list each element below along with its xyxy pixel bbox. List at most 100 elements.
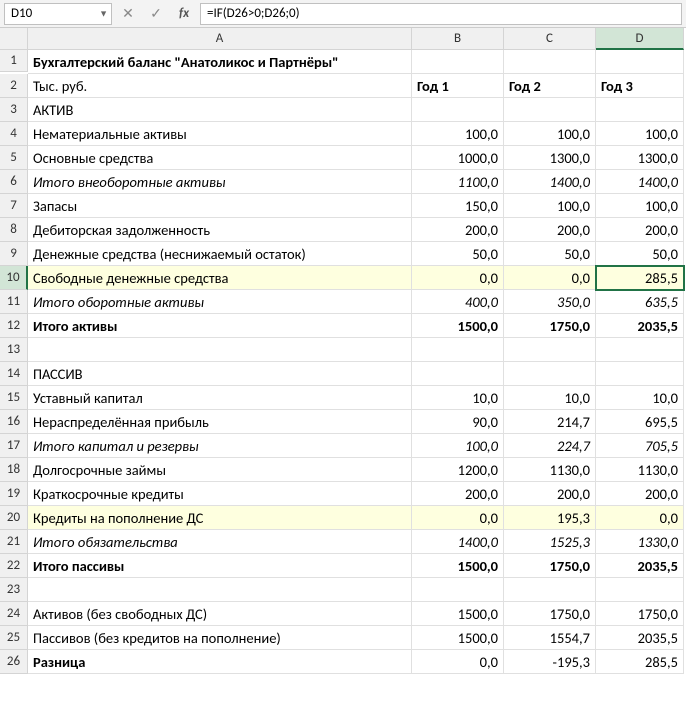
cell-B22[interactable]: 1500,0 [412, 554, 504, 578]
cell-D7[interactable]: 100,0 [596, 194, 684, 218]
row-header-22[interactable]: 22 [0, 554, 28, 578]
row-header-15[interactable]: 15 [0, 386, 28, 410]
cell-A24[interactable]: Активов (без свободных ДС) [28, 602, 412, 626]
cell-C9[interactable]: 50,0 [504, 242, 596, 266]
cell-D24[interactable]: 1750,0 [596, 602, 684, 626]
cell-D14[interactable] [596, 362, 684, 386]
cell-D13[interactable] [596, 338, 684, 362]
cell-C16[interactable]: 214,7 [504, 410, 596, 434]
col-header-B[interactable]: B [412, 28, 504, 50]
row-header-19[interactable]: 19 [0, 482, 28, 506]
cell-D25[interactable]: 2035,5 [596, 626, 684, 650]
cell-C23[interactable] [504, 578, 596, 602]
cell-A26[interactable]: Разница [28, 650, 412, 674]
cell-D11[interactable]: 635,5 [596, 290, 684, 314]
cell-B20[interactable]: 0,0 [412, 506, 504, 530]
cell-B13[interactable] [412, 338, 504, 362]
cell-D6[interactable]: 1400,0 [596, 170, 684, 194]
cell-A9[interactable]: Денежные средства (неснижаемый остаток) [28, 242, 412, 266]
cell-C13[interactable] [504, 338, 596, 362]
row-header-5[interactable]: 5 [0, 146, 28, 170]
cell-D21[interactable]: 1330,0 [596, 530, 684, 554]
cell-D19[interactable]: 200,0 [596, 482, 684, 506]
row-header-12[interactable]: 12 [0, 314, 28, 338]
cell-A6[interactable]: Итого внеоборотные активы [28, 170, 412, 194]
cell-B10[interactable]: 0,0 [412, 266, 504, 290]
row-header-25[interactable]: 25 [0, 626, 28, 650]
cancel-icon[interactable]: ✕ [116, 3, 140, 25]
cell-D16[interactable]: 695,5 [596, 410, 684, 434]
cell-C8[interactable]: 200,0 [504, 218, 596, 242]
cell-A4[interactable]: Нематериальные активы [28, 122, 412, 146]
cell-B7[interactable]: 150,0 [412, 194, 504, 218]
row-header-20[interactable]: 20 [0, 506, 28, 530]
row-header-24[interactable]: 24 [0, 602, 28, 626]
cell-A13[interactable] [28, 338, 412, 362]
row-header-2[interactable]: 2 [0, 74, 28, 98]
row-header-16[interactable]: 16 [0, 410, 28, 434]
cell-C2[interactable]: Год 2 [504, 74, 596, 98]
cell-C14[interactable] [504, 362, 596, 386]
cell-C20[interactable]: 195,3 [504, 506, 596, 530]
row-header-4[interactable]: 4 [0, 122, 28, 146]
cell-A11[interactable]: Итого оборотные активы [28, 290, 412, 314]
col-header-D[interactable]: D [596, 28, 684, 50]
cell-D15[interactable]: 10,0 [596, 386, 684, 410]
cell-B15[interactable]: 10,0 [412, 386, 504, 410]
cell-A17[interactable]: Итого капитал и резервы [28, 434, 412, 458]
cell-A16[interactable]: Нераспределённая прибыль [28, 410, 412, 434]
cell-A2[interactable]: Тыс. руб. [28, 74, 412, 98]
row-header-1[interactable]: 1 [0, 50, 28, 72]
cell-C5[interactable]: 1300,0 [504, 146, 596, 170]
row-header-14[interactable]: 14 [0, 362, 28, 386]
cell-C15[interactable]: 10,0 [504, 386, 596, 410]
cell-B26[interactable]: 0,0 [412, 650, 504, 674]
cell-B18[interactable]: 1200,0 [412, 458, 504, 482]
cell-C11[interactable]: 350,0 [504, 290, 596, 314]
row-header-26[interactable]: 26 [0, 650, 28, 674]
chevron-down-icon[interactable]: ▼ [99, 8, 108, 19]
enter-icon[interactable]: ✓ [144, 3, 168, 25]
row-header-7[interactable]: 7 [0, 194, 28, 218]
cell-D2[interactable]: Год 3 [596, 74, 684, 98]
cell-D9[interactable]: 50,0 [596, 242, 684, 266]
name-box[interactable]: D10 ▼ [4, 3, 112, 25]
cell-C3[interactable] [504, 98, 596, 122]
cell-C1[interactable] [504, 50, 596, 74]
cell-A21[interactable]: Итого обязательства [28, 530, 412, 554]
cell-B25[interactable]: 1500,0 [412, 626, 504, 650]
col-header-A[interactable]: A [28, 28, 412, 50]
cell-B9[interactable]: 50,0 [412, 242, 504, 266]
formula-input[interactable]: =IF(D26>0;D26;0) [200, 3, 682, 25]
cell-D8[interactable]: 200,0 [596, 218, 684, 242]
cell-A22[interactable]: Итого пассивы [28, 554, 412, 578]
cell-C21[interactable]: 1525,3 [504, 530, 596, 554]
row-header-6[interactable]: 6 [0, 170, 28, 194]
cell-A8[interactable]: Дебиторская задолженность [28, 218, 412, 242]
row-header-17[interactable]: 17 [0, 434, 28, 458]
cell-C6[interactable]: 1400,0 [504, 170, 596, 194]
cell-B16[interactable]: 90,0 [412, 410, 504, 434]
cell-B5[interactable]: 1000,0 [412, 146, 504, 170]
cell-D1[interactable] [596, 50, 684, 74]
cell-C12[interactable]: 1750,0 [504, 314, 596, 338]
cell-B23[interactable] [412, 578, 504, 602]
cell-B3[interactable] [412, 98, 504, 122]
select-all-corner[interactable] [0, 28, 28, 50]
fx-icon[interactable]: fx [172, 3, 196, 25]
cell-D23[interactable] [596, 578, 684, 602]
cell-C22[interactable]: 1750,0 [504, 554, 596, 578]
cell-D3[interactable] [596, 98, 684, 122]
row-header-9[interactable]: 9 [0, 242, 28, 266]
spreadsheet-grid[interactable]: ABCD1Бухгалтерский баланс "Анатоликос и … [0, 28, 686, 674]
cell-B14[interactable] [412, 362, 504, 386]
cell-A18[interactable]: Долгосрочные займы [28, 458, 412, 482]
cell-C26[interactable]: -195,3 [504, 650, 596, 674]
cell-B4[interactable]: 100,0 [412, 122, 504, 146]
cell-D26[interactable]: 285,5 [596, 650, 684, 674]
cell-B12[interactable]: 1500,0 [412, 314, 504, 338]
cell-C4[interactable]: 100,0 [504, 122, 596, 146]
cell-A1[interactable]: Бухгалтерский баланс "Анатоликос и Партн… [28, 50, 412, 74]
row-header-10[interactable]: 10 [0, 266, 28, 290]
cell-A10[interactable]: Свободные денежные средства [28, 266, 412, 290]
